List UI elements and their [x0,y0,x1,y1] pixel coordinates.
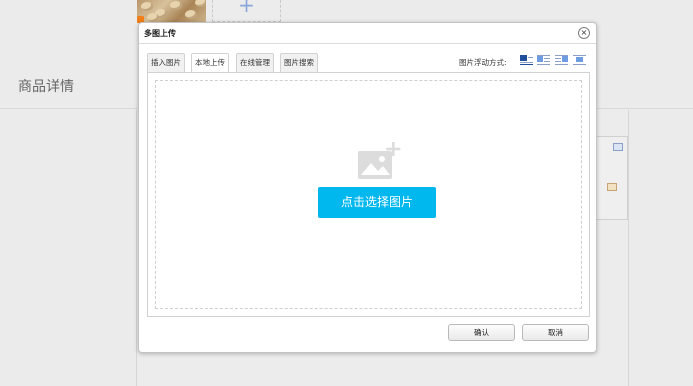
tab-online-manage[interactable]: 在线管理 [236,53,274,72]
multi-image-upload-dialog: 多图上传 × 插入图片 本地上传 在线管理 图片搜索 图片浮动方式: 点击选择图… [138,22,597,353]
align-center-icon[interactable] [573,54,586,66]
close-button[interactable]: × [578,27,590,39]
add-icon: + [238,0,255,17]
align-none-icon[interactable] [520,54,533,66]
tab-insert-image[interactable]: 插入图片 [147,53,185,72]
tab-image-search[interactable]: 图片搜索 [280,53,318,72]
close-icon: × [580,28,588,37]
add-image-button[interactable]: + [212,0,281,22]
cancel-button[interactable]: 取消 [522,324,589,341]
dialog-header: 多图上传 × [139,23,596,44]
tab-local-upload[interactable]: 本地上传 [191,53,229,73]
dialog-title: 多图上传 [144,29,176,38]
align-left-icon[interactable] [537,54,550,66]
product-thumbnail[interactable] [137,0,206,22]
confirm-button[interactable]: 确认 [448,324,515,341]
add-picture-icon [358,142,401,179]
float-mode-label: 图片浮动方式: [459,58,507,67]
align-right-icon[interactable] [555,54,568,66]
image-icon[interactable] [607,183,617,191]
section-label: 商品详情 [18,79,74,95]
upload-panel: 点击选择图片 [147,72,590,317]
choose-image-button[interactable]: 点击选择图片 [318,187,436,218]
monitor-icon[interactable] [613,143,623,151]
drop-zone[interactable]: 点击选择图片 [155,80,582,309]
